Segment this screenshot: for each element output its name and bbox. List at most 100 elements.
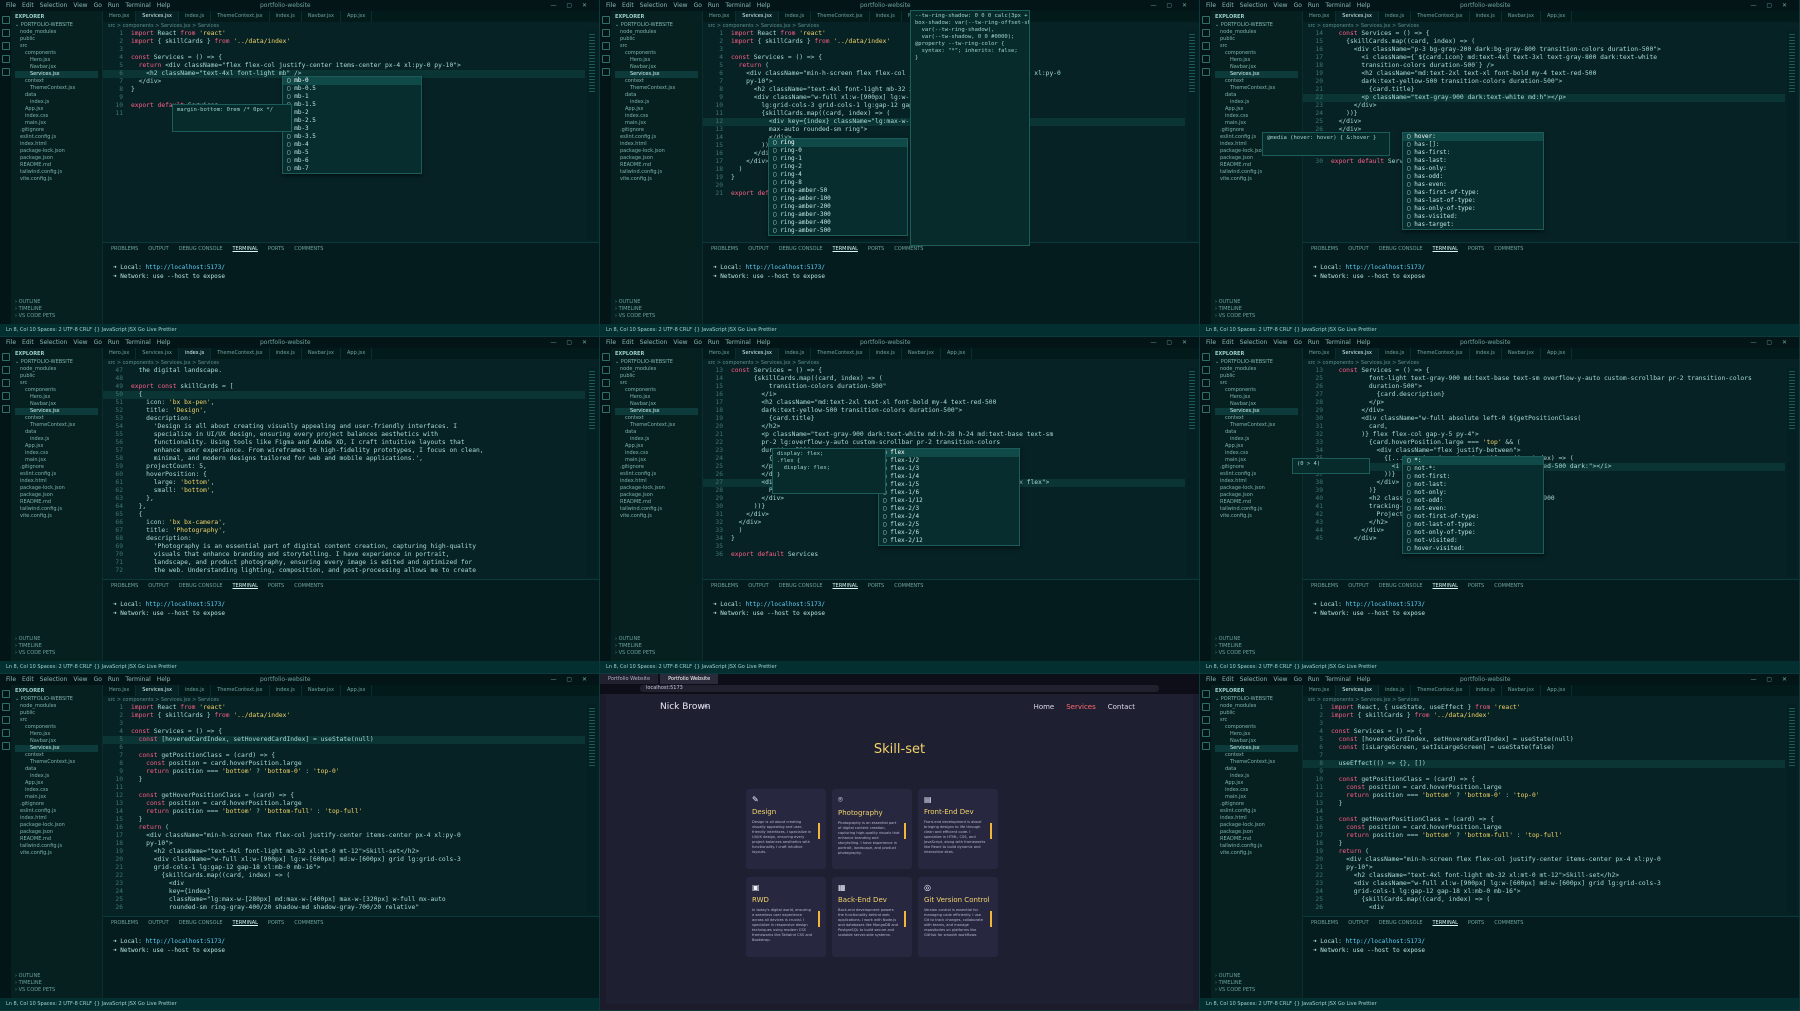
menu-view[interactable]: View	[73, 2, 87, 9]
project-folder[interactable]: ⌄ PORTFOLIO-WEBSITE	[1215, 696, 1298, 703]
explorer-item[interactable]: vite.config.js	[15, 513, 98, 520]
minimap[interactable]	[1787, 704, 1797, 914]
menu-file[interactable]: File	[6, 2, 16, 9]
panel-tab[interactable]: OUTPUT	[1348, 920, 1368, 926]
terminal[interactable]: ➜ Local: http://localhost:5173/➜ Network…	[703, 255, 1199, 289]
autocomplete-item[interactable]: ▢ mb-2	[283, 109, 421, 117]
explorer-item[interactable]: data	[1215, 92, 1298, 99]
panel-tab[interactable]: OUTPUT	[148, 920, 168, 926]
editor-tab[interactable]: index.js	[270, 348, 302, 359]
editor-tab[interactable]: index.js	[870, 348, 902, 359]
explorer-item[interactable]: App.jsx	[1215, 443, 1298, 450]
window-controls[interactable]: — ▢ ✕	[550, 676, 591, 683]
explorer-item[interactable]: context	[615, 78, 698, 85]
minimap[interactable]	[1787, 367, 1797, 577]
explorer-item[interactable]: eslint.config.js	[615, 134, 698, 141]
explorer-item[interactable]: Navbar.jsx	[1215, 401, 1298, 408]
window-controls[interactable]: — ▢ ✕	[1150, 2, 1191, 9]
explorer-item[interactable]: data	[615, 429, 698, 436]
extensions-icon[interactable]	[2, 405, 10, 413]
autocomplete-item[interactable]: ▢ flex-2/6	[879, 529, 1019, 537]
nav-link-contact[interactable]: Contact	[1108, 703, 1135, 711]
autocomplete-item[interactable]: ▢ hover-visited:	[1403, 545, 1543, 553]
explorer-item[interactable]: tailwind.config.js	[15, 843, 98, 850]
panel-tab[interactable]: OUTPUT	[1348, 583, 1368, 589]
project-folder[interactable]: ⌄ PORTFOLIO-WEBSITE	[15, 22, 98, 29]
menu-file[interactable]: File	[606, 2, 616, 9]
explorer-item[interactable]: Hero.jsx	[1215, 731, 1298, 738]
autocomplete-item[interactable]: ▢ mb-1	[283, 93, 421, 101]
section-outline[interactable]: › OUTLINE	[15, 299, 55, 306]
explorer-item[interactable]: package.json	[15, 492, 98, 499]
editor-tab[interactable]: Hero.jsx	[703, 348, 737, 359]
editor-tab[interactable]: Hero.jsx	[103, 348, 137, 359]
explorer-item[interactable]: src	[1215, 717, 1298, 724]
editor-tab[interactable]: index.js	[178, 348, 212, 359]
autocomplete-item[interactable]: ▢ not-last:	[1403, 481, 1543, 489]
panel-tab[interactable]: PROBLEMS	[111, 246, 138, 252]
panel-tab[interactable]: TERMINAL	[232, 920, 257, 926]
editor-tab[interactable]: App.jsx	[1541, 11, 1573, 22]
menu-help[interactable]: Help	[157, 2, 171, 9]
explorer-item[interactable]: index.js	[615, 436, 698, 443]
explorer-item[interactable]: App.jsx	[15, 106, 98, 113]
terminal-local-url[interactable]: http://localhost:5173/	[146, 601, 225, 608]
explorer-item[interactable]: package.json	[15, 155, 98, 162]
panel-tab[interactable]: PROBLEMS	[711, 246, 738, 252]
explorer-item[interactable]: index.js	[1215, 436, 1298, 443]
address-bar[interactable]: localhost:5173	[640, 685, 1159, 692]
run-icon[interactable]	[602, 392, 610, 400]
autocomplete-list[interactable]: ▢ mb-0 ▢ mb-0.5 ▢ mb-1 ▢ mb-1.5 ▢ mb-2 ▢ mb-2…	[282, 76, 422, 174]
explorer-item[interactable]: main.jsx	[615, 457, 698, 464]
explorer-item[interactable]: tailwind.config.js	[615, 169, 698, 176]
section-vscode-pets[interactable]: › VS CODE PETS	[1215, 313, 1255, 320]
explorer-item[interactable]: README.md	[15, 162, 98, 169]
explorer-item[interactable]: Hero.jsx	[1215, 394, 1298, 401]
autocomplete-item[interactable]: ▢ has-visited:	[1403, 213, 1543, 221]
explorer-item[interactable]: package-lock.json	[1215, 485, 1298, 492]
editor-tab[interactable]: Services.jsx	[736, 11, 779, 22]
autocomplete-list[interactable]: ▢ *: ▢ not-*: ▢ not-first: ▢ not-last: ▢ not…	[1402, 456, 1544, 554]
skill-card[interactable]: ▣ RWD In today's digital world, ensuring a…	[746, 877, 826, 957]
run-icon[interactable]	[2, 729, 10, 737]
menu-file[interactable]: File	[1206, 339, 1216, 346]
autocomplete-item[interactable]: ▢ mb-1.5	[283, 101, 421, 109]
explorer-item[interactable]: README.md	[615, 499, 698, 506]
menu-selection[interactable]: Selection	[40, 2, 68, 9]
explorer-item[interactable]: package.json	[615, 492, 698, 499]
explorer-item[interactable]: App.jsx	[1215, 780, 1298, 787]
explorer-item[interactable]: package-lock.json	[615, 148, 698, 155]
explorer-item[interactable]: src	[15, 43, 98, 50]
menu-go[interactable]: Go	[1294, 2, 1302, 9]
explorer-item[interactable]: src	[1215, 380, 1298, 387]
panel-tab[interactable]: PORTS	[1468, 583, 1484, 589]
autocomplete-item[interactable]: ▢ ring-amber-400	[769, 219, 907, 227]
files-icon[interactable]	[2, 353, 10, 361]
editor-tab[interactable]: Navbar.jsx	[902, 348, 941, 359]
run-icon[interactable]	[1202, 392, 1210, 400]
menu-help[interactable]: Help	[1357, 676, 1371, 683]
panel-tab[interactable]: TERMINAL	[1432, 583, 1457, 589]
project-folder[interactable]: ⌄ PORTFOLIO-WEBSITE	[1215, 359, 1298, 366]
panel-tab[interactable]: OUTPUT	[1348, 246, 1368, 252]
explorer-item[interactable]: package-lock.json	[615, 485, 698, 492]
explorer-item[interactable]: node_modules	[1215, 29, 1298, 36]
explorer-item[interactable]: Services.jsx	[15, 408, 98, 415]
menu-file[interactable]: File	[6, 676, 16, 683]
section-outline[interactable]: › OUTLINE	[1215, 299, 1255, 306]
menu-help[interactable]: Help	[157, 676, 171, 683]
explorer-item[interactable]: node_modules	[1215, 703, 1298, 710]
explorer-item[interactable]: README.md	[15, 836, 98, 843]
menu-go[interactable]: Go	[694, 339, 702, 346]
section-timeline[interactable]: › TIMELINE	[1215, 980, 1255, 987]
terminal-local-url[interactable]: http://localhost:5173/	[1346, 264, 1425, 271]
autocomplete-item[interactable]: ▢ hover:	[1403, 133, 1543, 141]
extensions-icon[interactable]	[1202, 68, 1210, 76]
explorer-item[interactable]: index.css	[615, 450, 698, 457]
skill-card[interactable]: ◎ Git Version Control Version control is e…	[918, 877, 998, 957]
menu-run[interactable]: Run	[108, 339, 120, 346]
explorer-item[interactable]: Navbar.jsx	[15, 64, 98, 71]
explorer-item[interactable]: Services.jsx	[1215, 745, 1298, 752]
browser-tab[interactable]: Portfolio Website	[600, 674, 659, 684]
explorer-item[interactable]: Services.jsx	[15, 71, 98, 78]
